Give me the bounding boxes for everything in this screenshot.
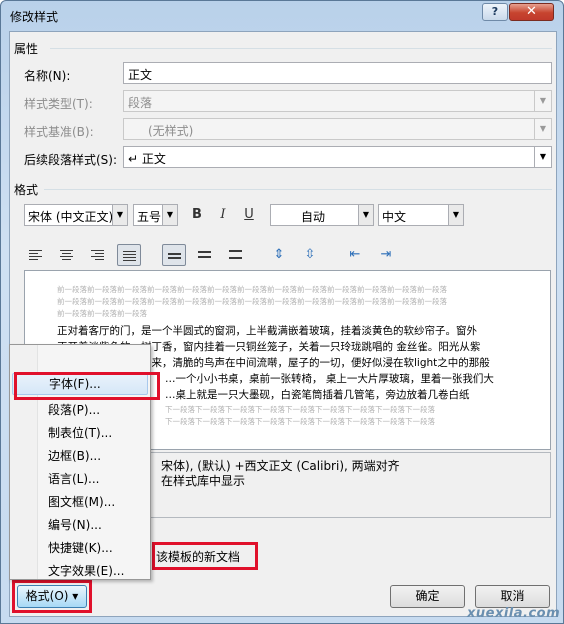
properties-separator — [50, 48, 552, 49]
italic-button[interactable]: I — [213, 205, 233, 225]
double-spacing-button[interactable] — [224, 244, 248, 266]
modify-style-dialog: 修改样式 ? ✕ 属性 名称(N): 正文 样式类型(T): 段落 ▼ 样式基准… — [0, 0, 564, 624]
format-separator — [44, 189, 552, 190]
align-right-icon — [91, 250, 104, 262]
increase-paragraph-spacing-button[interactable]: ⇕ — [269, 245, 289, 265]
chevron-down-icon[interactable]: ▼ — [358, 205, 373, 225]
chevron-down-icon[interactable]: ▼ — [162, 205, 177, 225]
align-right-button[interactable] — [86, 244, 110, 266]
style-type-label: 样式类型(T): — [24, 97, 93, 111]
menu-item-language[interactable]: 语言(L)... — [12, 468, 148, 490]
align-left-button[interactable] — [24, 244, 48, 266]
align-center-icon — [60, 250, 73, 262]
size-value: 五号 — [137, 210, 162, 224]
font-value: 宋体 (中文正文) — [28, 210, 114, 224]
style-type-value: 段落 — [128, 96, 153, 110]
preview-previous-paragraph: 前一段落前一段落前一段落前一段落前一段落前一段落前一段落前一段落前一段落前一段落… — [57, 297, 447, 306]
highlight-box — [12, 580, 92, 613]
menu-item-shortcut-key[interactable]: 快捷键(K)... — [12, 537, 148, 559]
single-spacing-icon — [168, 253, 181, 261]
preview-previous-paragraph: 前一段落前一段落前一段落 — [57, 309, 147, 318]
preview-sample-text: …一个小小书桌，桌前一张转椅， 桌上一大片厚玻璃，里着一张我们大 — [165, 373, 494, 385]
size-select[interactable]: 五号 ▼ — [133, 204, 178, 226]
based-on-select: (无样式) ▼ — [123, 118, 552, 140]
highlight-box — [14, 372, 160, 400]
preview-sample-text: …桌上就是一只大墨砚，白瓷笔筒插着几管笔，旁边放着几卷白纸 — [165, 389, 470, 401]
style-type-select: 段落 ▼ — [123, 90, 552, 112]
preview-previous-paragraph: 前一段落前一段落前一段落前一段落前一段落前一段落前一段落前一段落前一段落前一段落… — [57, 285, 447, 294]
name-label: 名称(N): — [24, 69, 71, 83]
ok-button[interactable]: 确定 — [390, 585, 465, 608]
decrease-paragraph-spacing-button[interactable]: ⇳ — [300, 245, 320, 265]
justify-icon — [123, 251, 136, 263]
menu-item-frame[interactable]: 图文框(M)... — [12, 491, 148, 513]
menu-item-paragraph[interactable]: 段落(P)... — [12, 399, 148, 421]
menu-item-border[interactable]: 边框(B)... — [12, 445, 148, 467]
menu-item-tabs[interactable]: 制表位(T)... — [12, 422, 148, 444]
chevron-down-icon: ▼ — [534, 91, 551, 111]
next-style-value: ↵ 正文 — [128, 152, 166, 166]
properties-section-label: 属性 — [14, 42, 39, 56]
menu-item-text-effects[interactable]: 文字效果(E)... — [12, 560, 148, 582]
format-section-label: 格式 — [14, 183, 39, 197]
language-value: 中文 — [382, 210, 407, 224]
one-half-spacing-icon — [198, 251, 211, 260]
chevron-down-icon[interactable]: ▼ — [112, 205, 127, 225]
based-on-value: (无样式) — [148, 124, 194, 138]
justify-button[interactable] — [117, 244, 141, 266]
help-button[interactable]: ? — [482, 3, 508, 21]
underline-button[interactable]: U — [239, 205, 259, 225]
single-spacing-button[interactable] — [162, 244, 186, 266]
chevron-down-icon[interactable]: ▼ — [534, 147, 551, 167]
close-button[interactable]: ✕ — [509, 3, 554, 21]
preview-next-paragraph: 下一段落下一段落下一段落下一段落下一段落下一段落下一段落下一段落下一段落 — [165, 405, 435, 414]
align-center-button[interactable] — [55, 244, 79, 266]
dialog-title: 修改样式 — [10, 10, 59, 24]
next-style-select[interactable]: ↵ 正文 ▼ — [123, 146, 552, 168]
name-field[interactable]: 正文 — [123, 62, 552, 84]
chevron-down-icon[interactable]: ▼ — [448, 205, 463, 225]
watermark: xuexila.com — [467, 606, 561, 621]
title-bar[interactable]: 修改样式 ? ✕ — [1, 1, 563, 31]
one-half-spacing-button[interactable] — [193, 244, 217, 266]
preview-sample-text: 正对着客厅的门，是一个半圆式的窗洞，上半截满嵌着玻璃，挂着淡黄色的软纱帘子。窗外 — [57, 325, 477, 337]
chevron-down-icon: ▼ — [534, 119, 551, 139]
description-line: 在样式库中显示 — [161, 474, 246, 488]
preview-next-paragraph: 下一段落下一段落下一段落下一段落下一段落下一段落下一段落下一段落下一段落 — [165, 417, 435, 426]
increase-indent-button[interactable]: ⇥ — [376, 245, 396, 265]
font-select[interactable]: 宋体 (中文正文) ▼ — [24, 204, 128, 226]
double-spacing-icon — [229, 250, 242, 261]
next-style-label: 后续段落样式(S): — [24, 153, 118, 167]
bold-button[interactable]: B — [187, 205, 207, 225]
decrease-indent-button[interactable]: ⇤ — [345, 245, 365, 265]
font-color-select[interactable]: 自动 ▼ — [270, 204, 374, 226]
align-left-icon — [29, 250, 42, 262]
font-color-value: 自动 — [301, 210, 326, 224]
language-select[interactable]: 中文 ▼ — [378, 204, 464, 226]
cancel-button[interactable]: 取消 — [475, 585, 550, 608]
menu-item-numbering[interactable]: 编号(N)... — [12, 514, 148, 536]
based-on-label: 样式基准(B): — [24, 125, 94, 139]
highlight-box — [152, 542, 258, 570]
